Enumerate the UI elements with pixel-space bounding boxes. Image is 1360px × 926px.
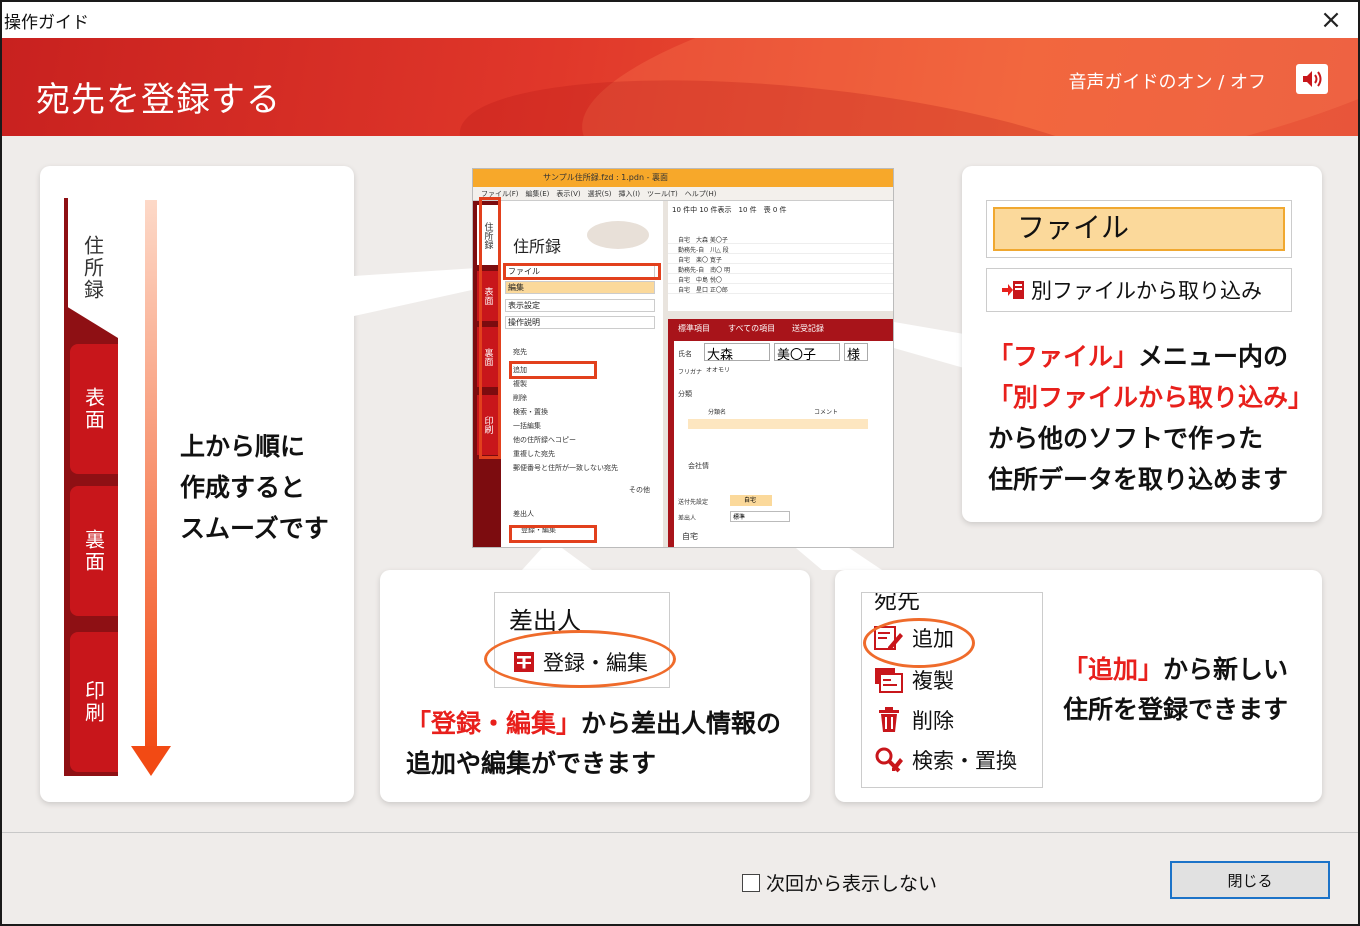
tab-strip: 住所録 表面 裏面 印刷 — [64, 198, 118, 776]
page-title: 宛先を登録する — [36, 80, 281, 120]
voice-guide-label[interactable]: 音声ガイドのオン / オフ — [1068, 68, 1266, 94]
add-dest-card: 宛先 追加 複製 削除 検索・置換 「追加」から新しい 住所を登録できます — [835, 570, 1322, 802]
footer: 次回から表示しない 閉じる — [2, 832, 1358, 924]
highlight-oval — [484, 630, 676, 688]
file-import-text: 「ファイル」メニュー内の 「別ファイルから取り込み」 から他のソフトで作った 住… — [988, 342, 1314, 494]
add-dest-text: 「追加」から新しい 住所を登録できます — [1063, 655, 1289, 724]
workflow-text: 上から順に 作成すると スムーズです — [180, 432, 329, 543]
app-screenshot: サンプル住所録.fzd : 1.pdn - 裏面 ファイル(F) 編集(E) 表… — [472, 168, 894, 548]
search-replace-icon — [875, 747, 903, 773]
window-title: 操作ガイド — [4, 12, 89, 33]
arrow-head — [131, 746, 171, 776]
guide-window: 操作ガイド × 宛先を登録する 音声ガイドのオン / オフ 住所録 表面 裏面 … — [0, 0, 1360, 926]
import-icon — [1002, 281, 1024, 299]
sender-card: 差出人 登録・編集 「登録・編集」から差出人情報の 追加や編集ができます — [380, 570, 810, 802]
checkbox-box[interactable] — [742, 873, 760, 892]
dont-show-again-checkbox[interactable]: 次回から表示しない — [742, 869, 937, 896]
speaker-icon[interactable] — [1296, 64, 1328, 94]
header-banner: 宛先を登録する 音声ガイドのオン / オフ — [2, 38, 1358, 136]
file-menu-preview: ファイル — [986, 200, 1292, 258]
import-item-preview: 別ファイルから取り込み — [986, 268, 1292, 312]
tab-print: 印刷 — [70, 632, 118, 772]
trash-icon — [879, 707, 899, 732]
workflow-card: 住所録 表面 裏面 印刷 上から順に 作成すると スムーズです — [40, 166, 354, 802]
tab-address-book: 住所録 — [68, 198, 118, 338]
titlebar: 操作ガイド × — [2, 2, 1358, 38]
close-icon[interactable]: × — [1314, 4, 1348, 36]
tab-front: 表面 — [70, 344, 118, 474]
duplicate-icon — [875, 668, 903, 693]
down-arrow-icon — [145, 200, 157, 756]
highlight-oval-add — [863, 618, 975, 668]
close-button[interactable]: 閉じる — [1170, 861, 1330, 899]
file-import-card: ファイル 別ファイルから取り込み 「ファイル」メニュー内の 「別ファイルから取り… — [962, 166, 1322, 522]
tab-back: 裏面 — [70, 486, 118, 616]
guide-content: 住所録 表面 裏面 印刷 上から順に 作成すると スムーズです サンプル住所録.… — [2, 136, 1358, 832]
sender-text: 「登録・編集」から差出人情報の 追加や編集ができます — [406, 709, 782, 778]
